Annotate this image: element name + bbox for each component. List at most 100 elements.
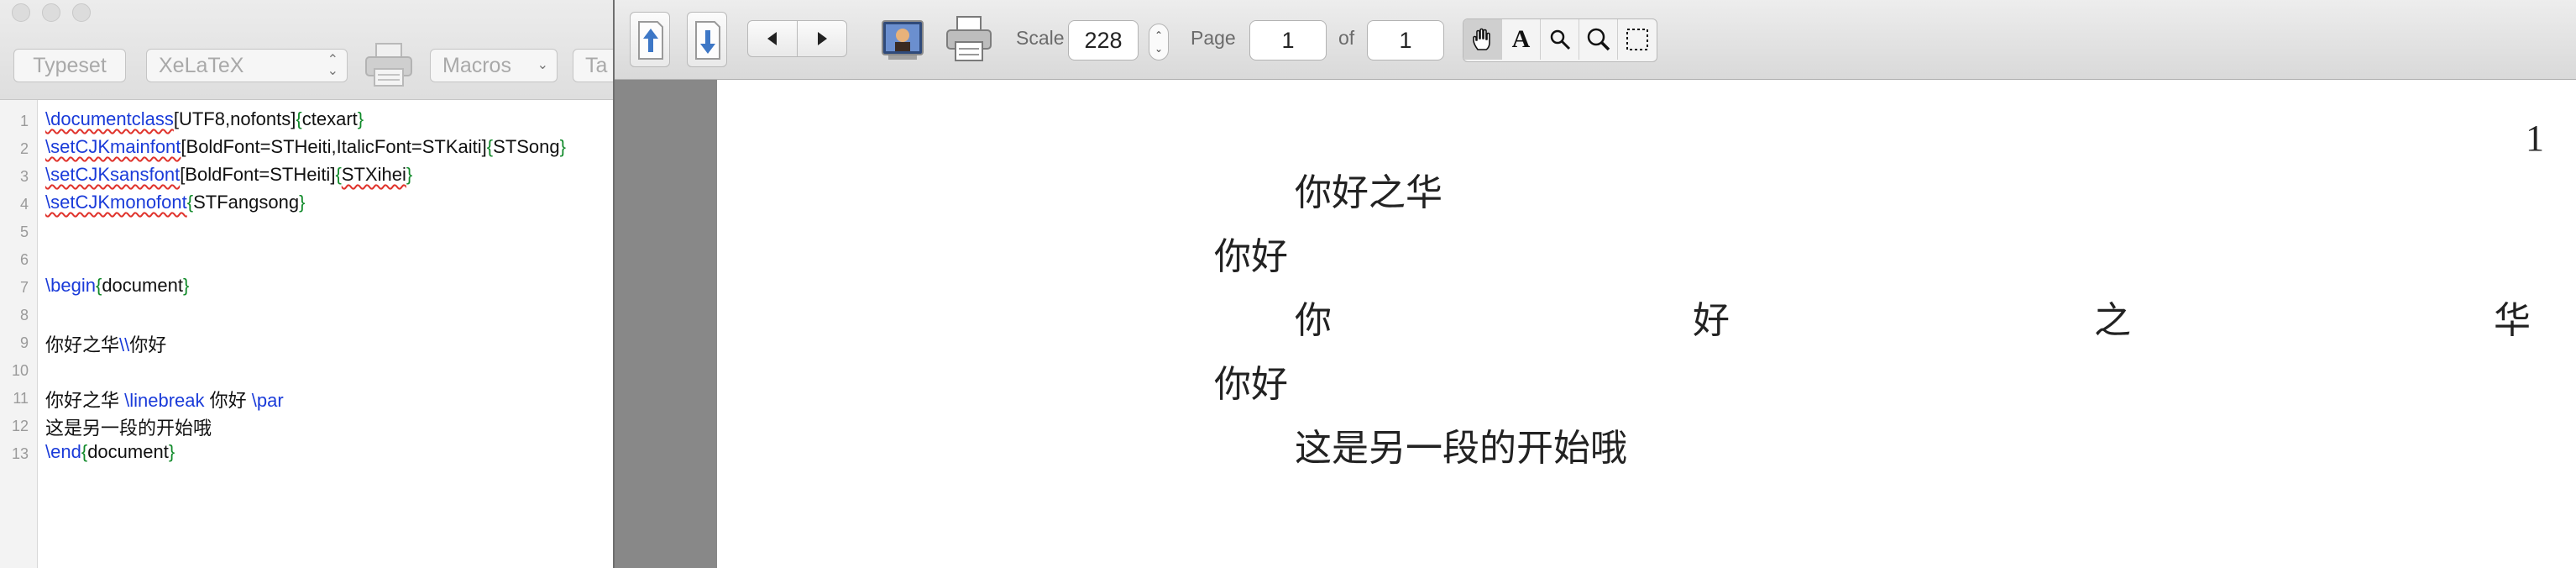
magnify-glass-tool[interactable] [1579, 19, 1618, 60]
latex-option: [UTF8,nofonts] [173, 108, 296, 129]
close-window-button[interactable] [12, 3, 30, 22]
cjk-text: 这是另一段的开始哦 [45, 418, 212, 439]
latex-argument: document [102, 275, 183, 296]
marquee-select-icon [1626, 29, 1648, 50]
latex-command: \par [251, 390, 284, 411]
print-icon[interactable] [363, 40, 415, 89]
tags-label: Ta [585, 53, 608, 77]
zoom-tool[interactable] [1541, 19, 1579, 60]
scale-value: 228 [1084, 27, 1123, 53]
latex-argument: STSong [493, 136, 560, 157]
latex-command: \end [45, 441, 81, 462]
cjk-text: 你好 [204, 390, 252, 411]
triangle-left-icon [767, 32, 777, 45]
zoom-window-button[interactable] [72, 3, 91, 22]
typeset-button[interactable]: Typeset [13, 49, 126, 82]
scale-stepper[interactable]: ⌃ ⌄ [1149, 24, 1169, 60]
brace: { [296, 108, 302, 129]
engine-value: XeLaTeX [159, 53, 244, 77]
latex-command: \documentclass [45, 108, 174, 129]
typeset-label: Typeset [33, 53, 107, 77]
page-label: Page [1191, 27, 1236, 49]
line-number: 12 [11, 418, 29, 434]
line-number-gutter: 1 2 3 4 5 6 7 8 9 10 11 12 13 [0, 100, 38, 568]
print-icon[interactable] [944, 13, 994, 64]
code-line: \setCJKmainfont[BoldFont=STHeiti,ItalicF… [45, 136, 566, 158]
brace: } [406, 164, 413, 185]
latex-argument: STFangsong [193, 192, 300, 213]
pdf-justified-char: 好 [1693, 299, 1730, 342]
text-select-tool[interactable]: A [1502, 19, 1541, 60]
pdf-text-line: 你好之华 [1295, 171, 1442, 214]
scale-field[interactable]: 228 [1068, 20, 1139, 60]
arrow-up-page-icon [638, 21, 663, 60]
latex-command: \begin [45, 275, 96, 296]
line-number: 11 [13, 390, 29, 407]
line-number: 9 [19, 334, 29, 351]
magnifier-large-icon [1587, 28, 1610, 51]
line-number: 3 [19, 168, 29, 185]
pdf-justified-char: 你 [1295, 299, 1332, 342]
pdf-page[interactable]: 1 你好之华 你好 你 好 之 华 你好 这是另一段的开始哦 [717, 80, 2576, 568]
latex-option: [BoldFont=STHeiti,ItalicFont=STKaiti] [181, 136, 487, 157]
chevron-down-icon: ⌄ [537, 58, 548, 72]
code-line: \documentclass[UTF8,nofonts]{ctexart} [45, 108, 364, 130]
line-number: 5 [19, 224, 29, 240]
page-total: 1 [1399, 27, 1412, 53]
line-number: 4 [19, 196, 29, 213]
latex-command: \setCJKsansfont [45, 164, 181, 185]
brace: } [182, 275, 190, 296]
code-line: 这是另一段的开始哦 [45, 413, 212, 440]
brace: } [559, 136, 566, 157]
hand-tool[interactable] [1463, 19, 1502, 60]
updown-chevron-icon: ⌃ ⌄ [327, 53, 338, 78]
line-number: 6 [19, 251, 29, 268]
page-number: 1 [2526, 118, 2544, 159]
latex-command: \setCJKmainfont [45, 136, 181, 157]
latex-option: [BoldFont=STHeiti] [180, 164, 336, 185]
code-line: \setCJKmonofont{STFangsong} [45, 192, 305, 213]
line-number: 2 [19, 140, 29, 157]
pdf-text-line: 你好 [1214, 363, 1288, 406]
tool-selector: A [1463, 18, 1657, 62]
engine-select[interactable]: XeLaTeX ⌃ ⌄ [146, 49, 348, 82]
latex-argument: document [87, 441, 169, 462]
editor-toolbar: Typeset XeLaTeX ⌃ ⌄ Macros ⌄ Ta [0, 0, 613, 100]
previous-page-button[interactable] [630, 12, 670, 67]
pdf-text-line: 这是另一段的开始哦 [1295, 427, 1627, 470]
brace: } [299, 192, 306, 213]
minimize-window-button[interactable] [42, 3, 60, 22]
next-page-button[interactable] [687, 12, 727, 67]
pdf-text-line: 你好 [1214, 235, 1288, 278]
tags-select[interactable]: Ta [573, 49, 613, 82]
code-line: 你好之华 \linebreak 你好 \par [45, 386, 284, 413]
latex-command: \setCJKmonofont [45, 192, 187, 213]
goto-source-icon[interactable] [880, 17, 925, 62]
caret-down-icon: ⌄ [1154, 43, 1164, 55]
selection-tool[interactable] [1618, 19, 1657, 60]
code-line: \end{document} [45, 441, 175, 463]
code-line: \setCJKsansfont[BoldFont=STHeiti]{STXihe… [45, 164, 412, 186]
triangle-right-icon [818, 32, 827, 45]
forward-button[interactable] [797, 20, 847, 57]
page-total-field: 1 [1367, 20, 1444, 60]
pdf-viewer-window: Scale 228 ⌃ ⌄ Page 1 of 1 A 1 你好之华 你好 你 … [613, 0, 2576, 568]
latex-argument: STXihei [341, 164, 406, 185]
back-button[interactable] [747, 20, 798, 57]
editor-window: Typeset XeLaTeX ⌃⌄ Macros ⌄ Ta 1 2 3 4 [0, 0, 613, 568]
macros-label: Macros [442, 53, 511, 77]
page-field[interactable]: 1 [1249, 20, 1327, 60]
code-line: 你好之华\\你好 [45, 330, 166, 357]
of-label: of [1338, 27, 1355, 49]
pdf-background [615, 80, 717, 568]
brace: { [335, 164, 342, 185]
brace: } [357, 108, 364, 129]
hand-icon [1472, 28, 1490, 50]
pdf-justified-char: 华 [2494, 299, 2531, 342]
cjk-text: 你好之华 [45, 390, 125, 411]
latex-command: \linebreak [124, 390, 205, 411]
macros-select[interactable]: Macros ⌄ [430, 49, 558, 82]
code-line: \begin{document} [45, 275, 189, 297]
page-value: 1 [1281, 27, 1295, 53]
viewer-toolbar: Scale 228 ⌃ ⌄ Page 1 of 1 A [615, 0, 2576, 80]
